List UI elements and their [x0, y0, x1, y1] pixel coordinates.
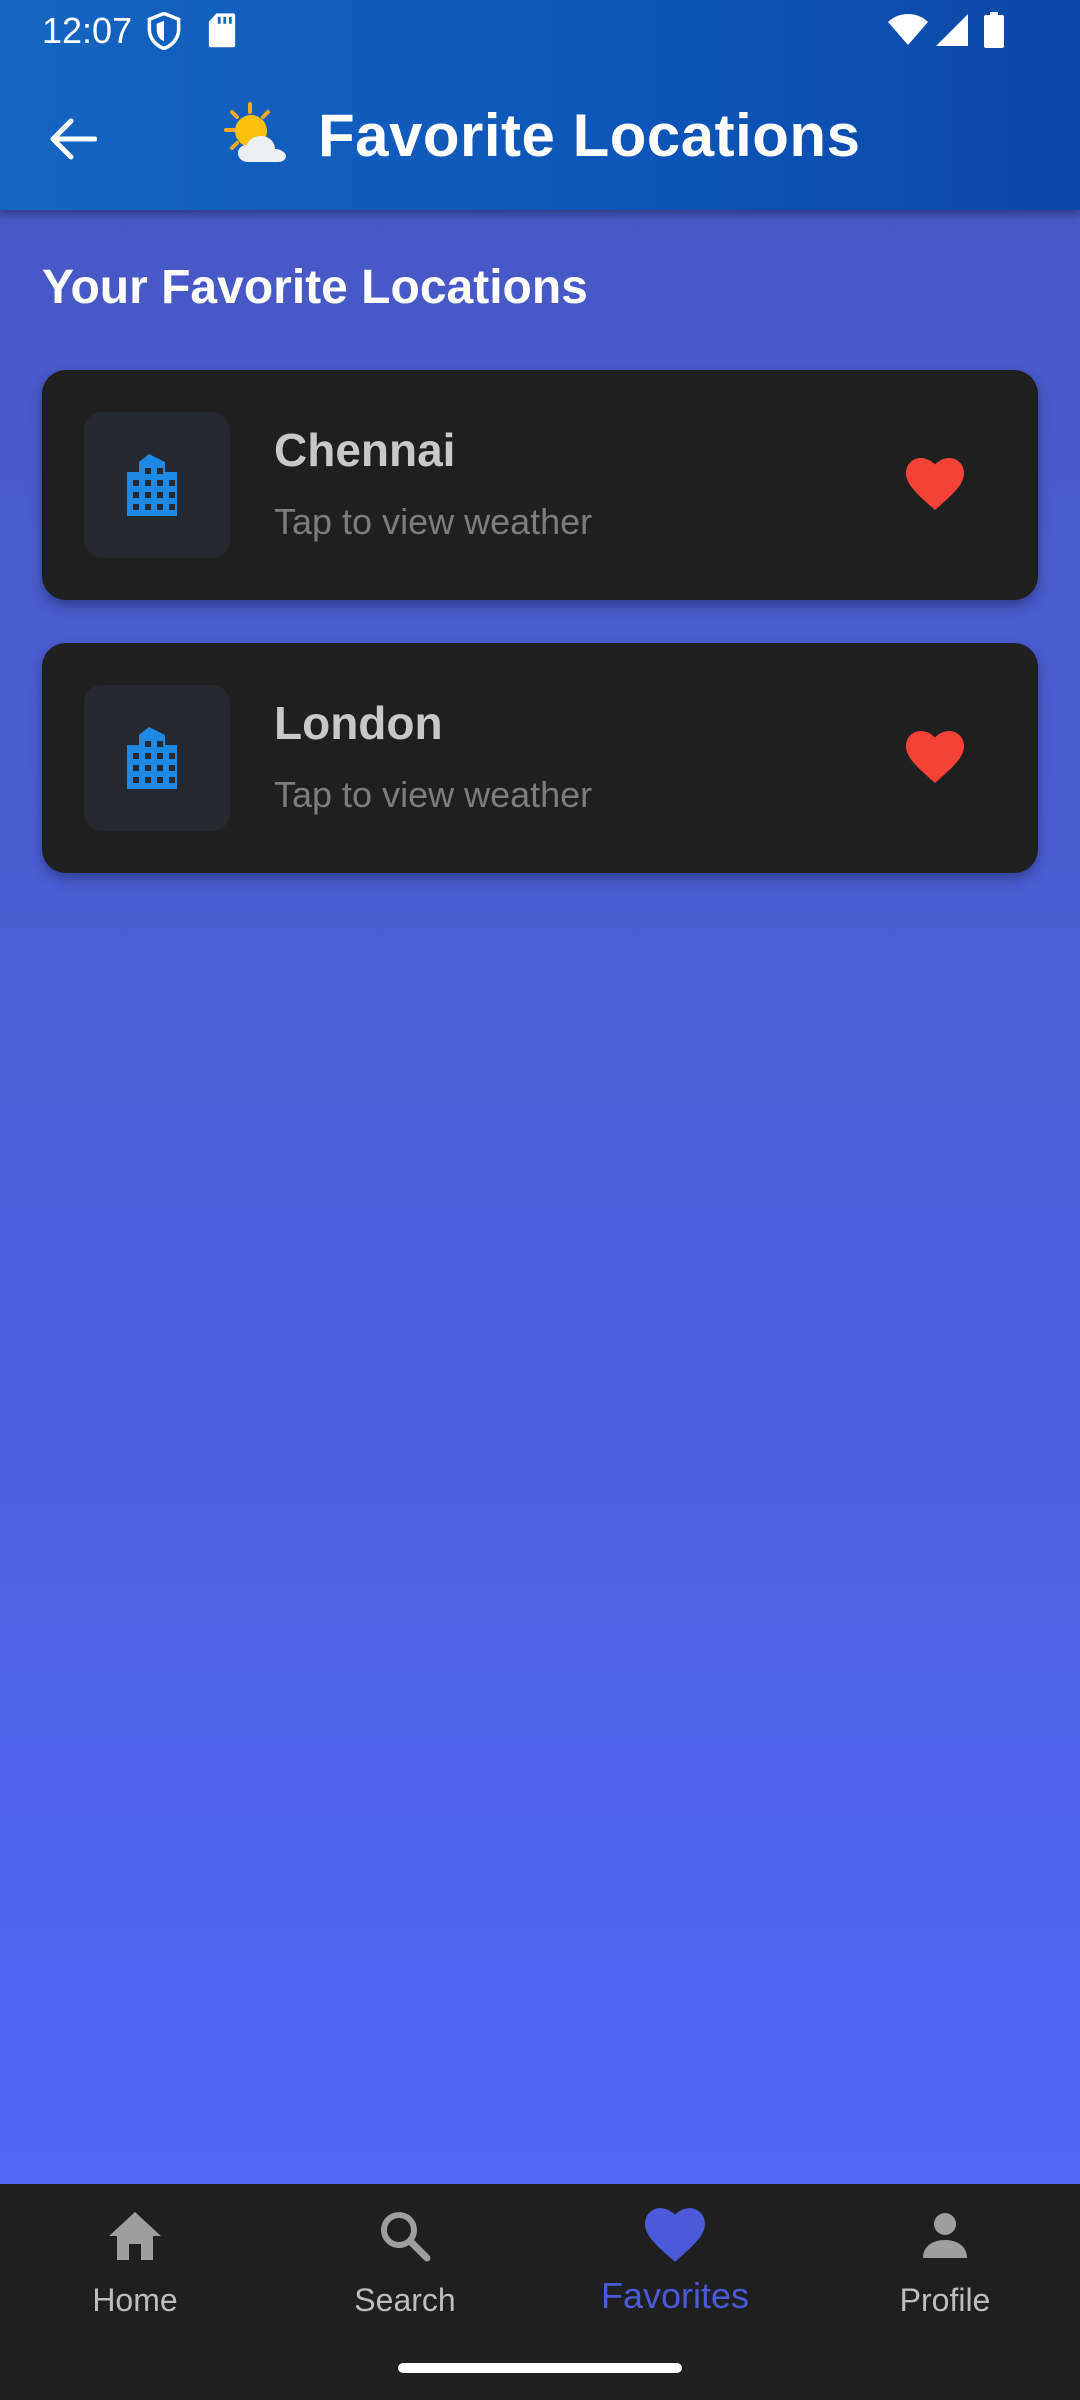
city-icon: [125, 723, 189, 794]
heart-icon[interactable]: [906, 458, 964, 512]
nav-item-favorites[interactable]: Favorites: [540, 2184, 810, 2334]
city-icon: [125, 450, 189, 521]
city-icon-container: [84, 412, 230, 558]
nav-item-search[interactable]: Search: [270, 2184, 540, 2334]
favorite-card-chennai[interactable]: Chennai Tap to view weather: [42, 370, 1038, 600]
home-icon: [105, 2206, 165, 2266]
section-title: Your Favorite Locations: [42, 261, 588, 314]
nav-label-favorites: Favorites: [600, 2275, 750, 2316]
back-button[interactable]: [28, 96, 118, 186]
wifi-icon: [888, 14, 928, 52]
nav-label-search: Search: [354, 2282, 456, 2318]
favorite-card-london[interactable]: London Tap to view weather: [42, 643, 1038, 873]
nav-label-home: Home: [92, 2282, 178, 2318]
sd-card-icon: [208, 12, 236, 50]
person-icon: [915, 2206, 975, 2266]
location-subtitle: Tap to view weather: [274, 774, 593, 815]
arrow-left-icon: [49, 117, 98, 166]
location-subtitle: Tap to view weather: [274, 501, 593, 542]
location-name: London: [274, 697, 443, 749]
search-icon: [375, 2206, 435, 2266]
status-bar: 12:07: [0, 0, 1080, 62]
heart-icon[interactable]: [906, 731, 964, 785]
nav-label-profile: Profile: [899, 2282, 991, 2318]
shield-icon: [146, 12, 182, 50]
page-title: Favorite Locations: [318, 102, 861, 169]
nav-item-home[interactable]: Home: [0, 2184, 270, 2334]
cellular-signal-icon: [936, 14, 968, 52]
heart-icon: [645, 2206, 705, 2266]
location-name: Chennai: [274, 424, 456, 476]
home-indicator[interactable]: [398, 2363, 682, 2373]
sun-cloud-icon: [218, 100, 292, 174]
city-icon-container: [84, 685, 230, 831]
app-bar: 12:07 Favorite Locations: [0, 0, 1080, 210]
status-time: 12:07: [42, 10, 133, 51]
nav-item-profile[interactable]: Profile: [810, 2184, 1080, 2334]
battery-icon: [984, 12, 1004, 50]
